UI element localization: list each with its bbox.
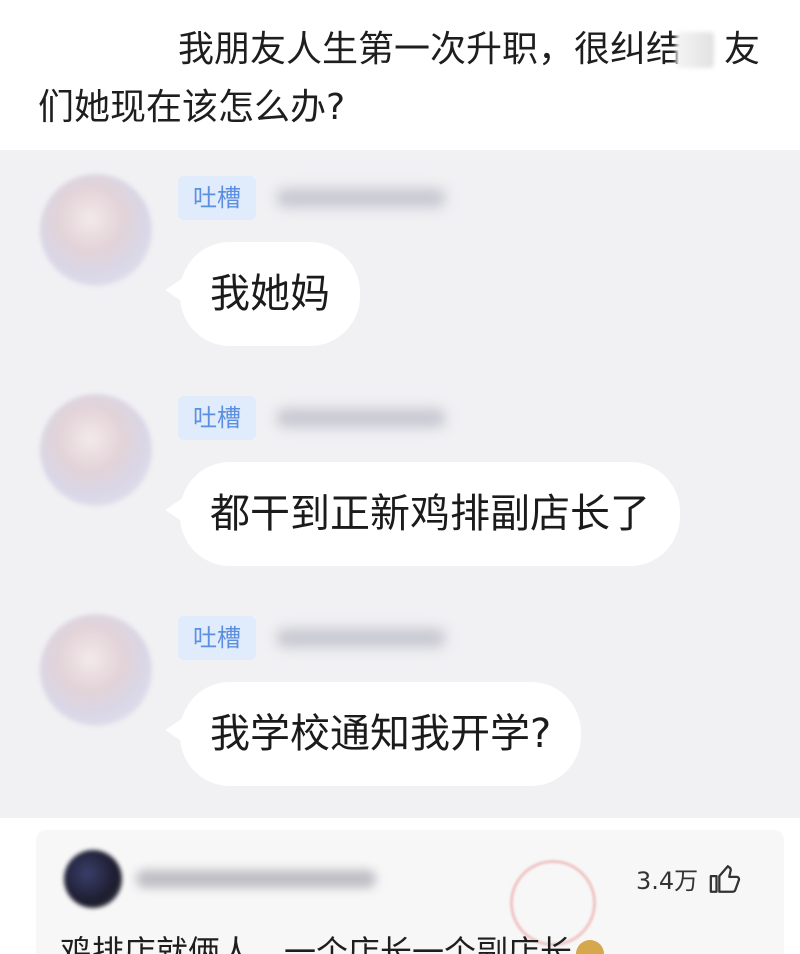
post-text-line-1-end: 友	[724, 29, 761, 70]
emoji-icon	[576, 940, 605, 954]
blurred-username	[276, 188, 446, 208]
chat-message: 吐槽 我她妈	[0, 150, 800, 350]
comment-body: 鸡排店就俩人，一个店长一个副店长	[60, 933, 573, 954]
comment-section: 3.4万 鸡排店就俩人，一个店长一个副店长	[0, 818, 800, 954]
screenshot-page: 我朋友人生第一次升职，很纠结友 们她现在该怎么办? 吐槽 我她妈 吐槽 都干到正…	[0, 0, 800, 954]
commenter-avatar[interactable]	[64, 850, 122, 908]
post-header: 我朋友人生第一次升职，很纠结友 们她现在该怎么办?	[0, 0, 800, 150]
like-count: 3.4万	[636, 867, 699, 895]
post-text-line-1: 我朋友人生第一次升职，很纠结友	[178, 28, 760, 72]
message-bubble: 都干到正新鸡排副店长了	[180, 462, 680, 566]
comment-text: 鸡排店就俩人，一个店长一个副店长	[60, 932, 605, 954]
tucao-tag: 吐槽	[178, 396, 256, 440]
chat-screenshot: 吐槽 我她妈 吐槽 都干到正新鸡排副店长了 吐槽 我学校通知我开学?	[0, 150, 800, 818]
blurred-username	[276, 628, 446, 648]
message-bubble: 我她妈	[180, 242, 360, 346]
chat-message: 吐槽 我学校通知我开学?	[0, 590, 800, 790]
thumb-up-icon[interactable]	[708, 862, 742, 896]
avatar	[40, 614, 152, 726]
post-text-line-2: 们她现在该怎么办?	[38, 87, 346, 128]
redacted-blur	[676, 32, 714, 68]
blurred-username	[276, 408, 446, 428]
avatar	[40, 394, 152, 506]
chat-message: 吐槽 都干到正新鸡排副店长了	[0, 370, 800, 570]
avatar	[40, 174, 152, 286]
post-text-line-1-start: 我朋友人生第一次升职，很纠结	[178, 29, 683, 70]
blurred-commenter-name	[136, 870, 376, 888]
tucao-tag: 吐槽	[178, 176, 256, 220]
message-bubble: 我学校通知我开学?	[180, 682, 582, 786]
comment-card: 3.4万 鸡排店就俩人，一个店长一个副店长	[36, 830, 784, 954]
tucao-tag: 吐槽	[178, 616, 256, 660]
